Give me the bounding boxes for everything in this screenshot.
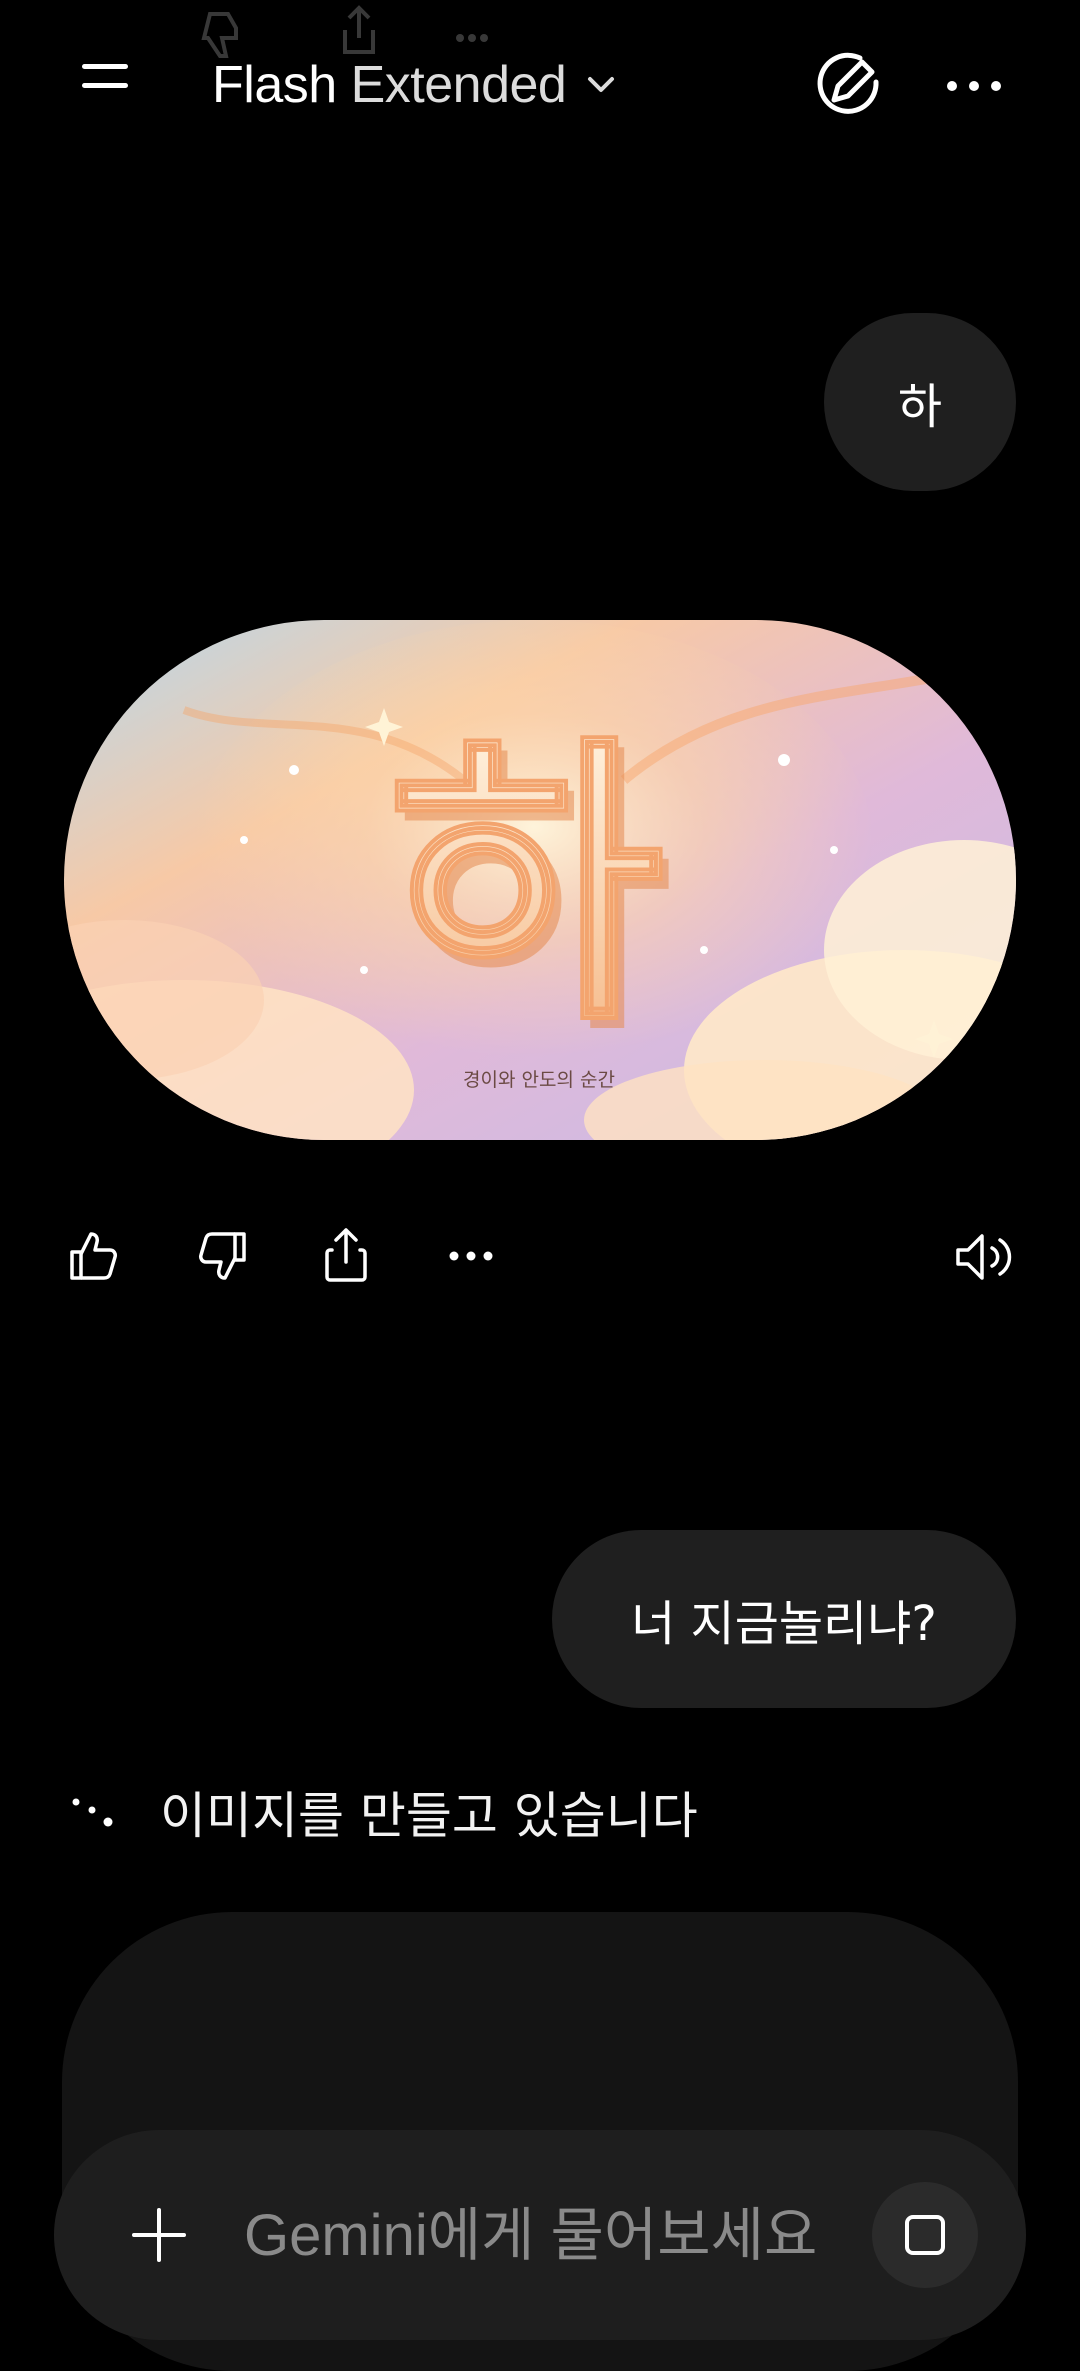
stop-button[interactable] — [872, 2182, 978, 2288]
more-horizontal-icon — [947, 81, 1001, 91]
like-button[interactable] — [66, 1228, 122, 1284]
model-name: Flash Extended — [212, 56, 567, 114]
plus-icon — [132, 2208, 186, 2262]
read-aloud-button[interactable] — [954, 1230, 1014, 1284]
status-text: 이미지를 만들고 있습니다 — [160, 1787, 698, 1845]
generated-image[interactable]: 하 하 경이와 안도의 순간 — [64, 620, 1016, 1140]
generated-image-art: 하 하 경이와 안도의 순간 — [64, 620, 1016, 1140]
edit-pen-icon — [817, 52, 879, 114]
menu-button[interactable] — [82, 64, 128, 104]
prompt-placeholder: Gemini에게 물어보세요 — [244, 2203, 818, 2268]
share-icon — [325, 1228, 367, 1282]
thumbs-up-icon — [70, 1232, 117, 1280]
loading-sparkle-icon — [72, 1798, 113, 1827]
ghost-icons — [201, 5, 488, 58]
prompt-input[interactable]: Gemini에게 물어보세요 — [244, 2196, 817, 2276]
dislike-button[interactable] — [194, 1228, 250, 1284]
ghost-actions — [190, 0, 510, 60]
add-button[interactable] — [128, 2204, 190, 2266]
more-horizontal-icon — [449, 1251, 493, 1261]
share-button[interactable] — [318, 1226, 374, 1284]
image-glyph: 하 — [388, 712, 665, 1061]
stop-icon — [905, 2215, 945, 2255]
user-message-text: 하 — [897, 379, 943, 435]
image-caption: 경이와 안도의 순간 — [463, 1069, 615, 1091]
hamburger-menu-icon — [82, 64, 128, 69]
more-options-button[interactable] — [944, 66, 1004, 106]
new-chat-button[interactable] — [812, 50, 884, 122]
chevron-down-icon — [588, 77, 615, 92]
user-message-bubble: 하 — [824, 313, 1016, 491]
user-message-text: 너 지금놀리냐? — [631, 1596, 937, 1652]
speaker-icon — [956, 1234, 1012, 1280]
loading-status: 이미지를 만들고 있습니다 — [70, 1780, 698, 1845]
model-selector[interactable]: Flash Extended — [212, 52, 616, 118]
thumbs-down-icon — [199, 1232, 246, 1280]
prompt-input-bar[interactable]: Gemini에게 물어보세요 — [54, 2130, 1026, 2340]
user-message-bubble: 너 지금놀리냐? — [552, 1530, 1016, 1708]
more-response-options-button[interactable] — [448, 1244, 494, 1268]
